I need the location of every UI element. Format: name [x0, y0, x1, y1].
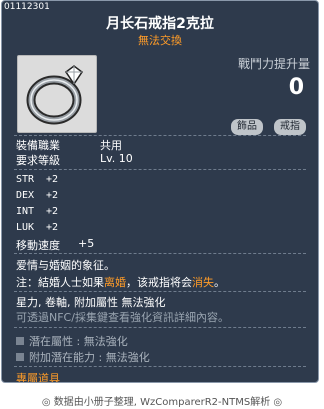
stat-luk-value: +2: [46, 222, 59, 233]
stat-int-value: +2: [46, 206, 59, 217]
divider: [14, 366, 306, 367]
stat-int-name: INT: [16, 206, 35, 217]
req-job-value: 共用: [100, 139, 122, 152]
divider: [14, 253, 306, 254]
stat-dex-value: +2: [46, 190, 59, 201]
move-speed-label: 移動速度: [16, 239, 60, 252]
req-level-label: 要求等級: [16, 154, 60, 167]
item-title: 月长石戒指2克拉: [106, 16, 214, 32]
item-tooltip: 01112301 月长石戒指2克拉 無法交換 戰鬥力提升量 0 飾品 戒指 裝備…: [1, 0, 319, 383]
footer-credit: ◎ 数据由小册子整理, WzComparerR2-NTMS解析 ◎: [41, 397, 283, 408]
stat-luk-name: LUK: [16, 222, 35, 233]
enhance-info: 星力, 卷軸, 附加屬性 無法強化: [16, 296, 166, 309]
item-icon-box: [17, 55, 97, 133]
potential-square-icon: [16, 337, 24, 345]
tag-ring: 戒指: [274, 119, 306, 135]
special-item-label: 專屬道具: [16, 372, 60, 383]
req-level-value: Lv. 10: [100, 152, 133, 165]
item-id: 01112301: [4, 2, 50, 12]
additional-potential-text: 附加潛在能力 : 無法強化: [29, 351, 150, 364]
stat-dex-name: DEX: [16, 190, 35, 201]
stat-str-value: +2: [46, 174, 59, 185]
divider: [14, 169, 306, 170]
trade-status: 無法交換: [138, 34, 182, 47]
description-line2: 注：結婚人士如果离婚，该戒指将会消失。: [16, 276, 225, 289]
move-speed-value: +5: [78, 237, 95, 250]
enhance-hint: 可透過NFC/採集鍵查看強化資訊詳細內容。: [16, 311, 229, 324]
stat-str-name: STR: [16, 174, 35, 185]
tag-accessory: 飾品: [231, 119, 263, 135]
ring-icon: [26, 65, 84, 125]
req-job-label: 裝備職業: [16, 139, 60, 152]
divider: [14, 327, 306, 328]
additional-potential-row: 附加潛在能力 : 無法強化: [16, 349, 150, 365]
potential-row: 潛在屬性 : 無法強化: [16, 333, 128, 349]
divider: [14, 135, 306, 136]
potential-square-icon: [16, 353, 24, 361]
power-label: 戰鬥力提升量: [237, 57, 310, 71]
description-line1: 爱情与婚姻的象征。: [16, 259, 115, 272]
power-value: 0: [288, 75, 304, 100]
divider: [14, 291, 306, 292]
potential-text: 潛在屬性 : 無法強化: [29, 335, 128, 348]
